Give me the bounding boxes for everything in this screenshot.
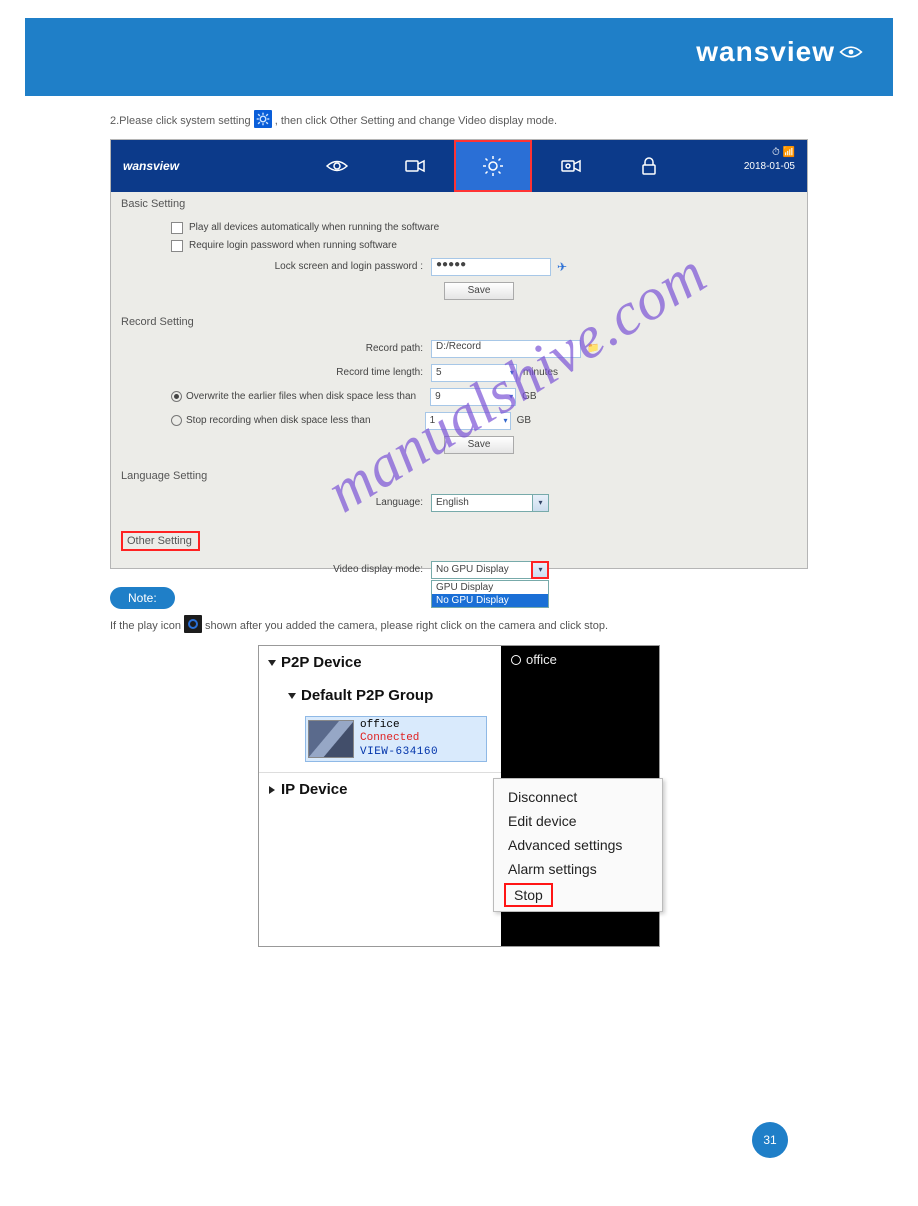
stop-size-input[interactable]: 1▾ [425, 412, 511, 430]
record-path-input[interactable]: D:/Record [431, 340, 581, 358]
ctx-alarm-settings[interactable]: Alarm settings [498, 857, 658, 881]
overwrite-label: Overwrite the earlier files when disk sp… [186, 391, 424, 402]
page-number: 31 [752, 1122, 788, 1158]
password-label: Lock screen and login password : [171, 261, 431, 272]
settings-screenshot: wansview ⏱ 📶 2018-01-05 Basic Setting Pl… [110, 139, 808, 569]
record-len-unit: minutes [523, 367, 558, 378]
preview-label: office [511, 652, 557, 667]
camera-name: office [360, 719, 438, 732]
app-logo-text: wansview [123, 159, 179, 173]
date-text: 2018-01-05 [744, 160, 795, 174]
video-mode-label: Video display mode: [171, 564, 431, 575]
clock-area: ⏱ 📶 2018-01-05 [744, 146, 795, 174]
password-input[interactable]: ●●●●● [431, 258, 551, 276]
video-mode-option-gpu[interactable]: GPU Display [432, 581, 548, 594]
eye-icon [839, 44, 863, 60]
record-len-input[interactable]: 5▾ [431, 364, 517, 382]
stop-unit: GB [517, 415, 531, 426]
status-icons: ⏱ 📶 [744, 146, 795, 160]
camera-id: VIEW-634160 [360, 746, 438, 759]
brand-banner: wansview [25, 18, 893, 96]
language-select[interactable]: English▾ [431, 494, 549, 512]
play-icon [184, 615, 202, 633]
nav-live-icon[interactable] [298, 140, 376, 192]
record-path-label: Record path: [171, 343, 431, 354]
record-len-label: Record time length: [171, 367, 431, 378]
tree-ip[interactable]: IP Device [259, 772, 501, 806]
checkbox-autoplay[interactable] [171, 222, 183, 234]
autoplay-label: Play all devices automatically when runn… [189, 222, 439, 233]
video-mode-option-nogpu[interactable]: No GPU Display [432, 594, 548, 607]
tree-p2p[interactable]: P2P Device [259, 646, 501, 679]
gear-icon [254, 110, 272, 128]
note-text: If the play icon shown after you added t… [110, 615, 808, 636]
radio-overwrite[interactable] [171, 391, 182, 402]
visibility-toggle-icon[interactable]: ✈ [557, 260, 567, 274]
overwrite-size-input[interactable]: 9▾ [430, 388, 516, 406]
ctx-disconnect[interactable]: Disconnect [498, 785, 658, 809]
radio-stop-record[interactable] [171, 415, 182, 426]
nav-settings-icon[interactable] [454, 140, 532, 192]
camera-status: Connected [360, 732, 438, 745]
basic-save-button[interactable]: Save [444, 282, 514, 300]
record-save-button[interactable]: Save [444, 436, 514, 454]
camera-thumbnail [308, 720, 354, 758]
overwrite-unit: GB [522, 391, 536, 402]
nav-lock-icon[interactable] [610, 140, 688, 192]
brand-text: wansview [696, 36, 835, 68]
context-menu: Disconnect Edit device Advanced settings… [493, 778, 663, 912]
tree-group[interactable]: Default P2P Group [259, 679, 501, 712]
folder-icon[interactable]: 📁 [587, 343, 599, 354]
brand-logo: wansview [696, 36, 863, 68]
other-setting-title: Other Setting [121, 531, 200, 551]
app-topbar: wansview ⏱ 📶 2018-01-05 [111, 140, 807, 192]
video-mode-select[interactable]: No GPU Display▾ GPU Display No GPU Displ… [431, 561, 549, 579]
camera-item[interactable]: office Connected VIEW-634160 [305, 716, 487, 762]
require-login-label: Require login password when running soft… [189, 240, 397, 251]
stop-record-label: Stop recording when disk space less than [186, 415, 379, 426]
preview-pane: office Disconnect Edit device Advanced s… [501, 646, 659, 946]
device-tree: P2P Device Default P2P Group office Conn… [259, 646, 501, 946]
ctx-stop[interactable]: Stop [504, 883, 553, 907]
ctx-advanced-settings[interactable]: Advanced settings [498, 833, 658, 857]
basic-setting-title: Basic Setting [111, 192, 807, 216]
instruction-line: 2.Please click system setting , then cli… [110, 110, 808, 131]
context-menu-screenshot: P2P Device Default P2P Group office Conn… [258, 645, 660, 947]
language-label: Language: [171, 497, 431, 508]
video-mode-dropdown[interactable]: GPU Display No GPU Display [431, 580, 549, 608]
language-setting-title: Language Setting [111, 464, 807, 488]
checkbox-require-login[interactable] [171, 240, 183, 252]
nav-record-icon[interactable] [376, 140, 454, 192]
nav-playback-icon[interactable] [532, 140, 610, 192]
ctx-edit-device[interactable]: Edit device [498, 809, 658, 833]
record-setting-title: Record Setting [111, 310, 807, 334]
